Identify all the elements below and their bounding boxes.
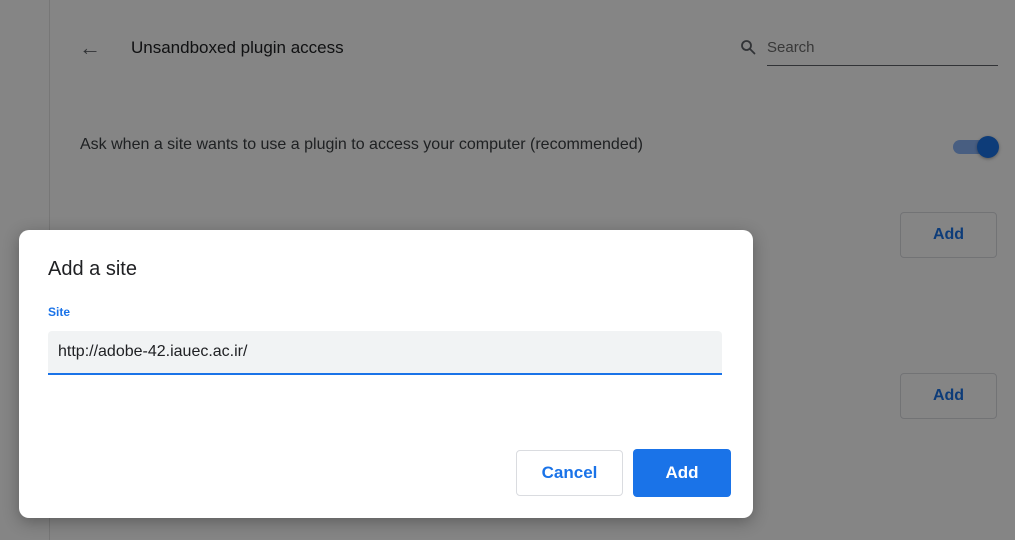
cancel-button[interactable]: Cancel	[516, 450, 623, 496]
add-button[interactable]: Add	[633, 449, 731, 497]
dialog-title: Add a site	[48, 258, 137, 280]
site-field-label: Site	[48, 305, 71, 319]
site-input[interactable]	[48, 331, 722, 375]
add-site-dialog: Add a site Site Cancel Add	[19, 230, 753, 518]
